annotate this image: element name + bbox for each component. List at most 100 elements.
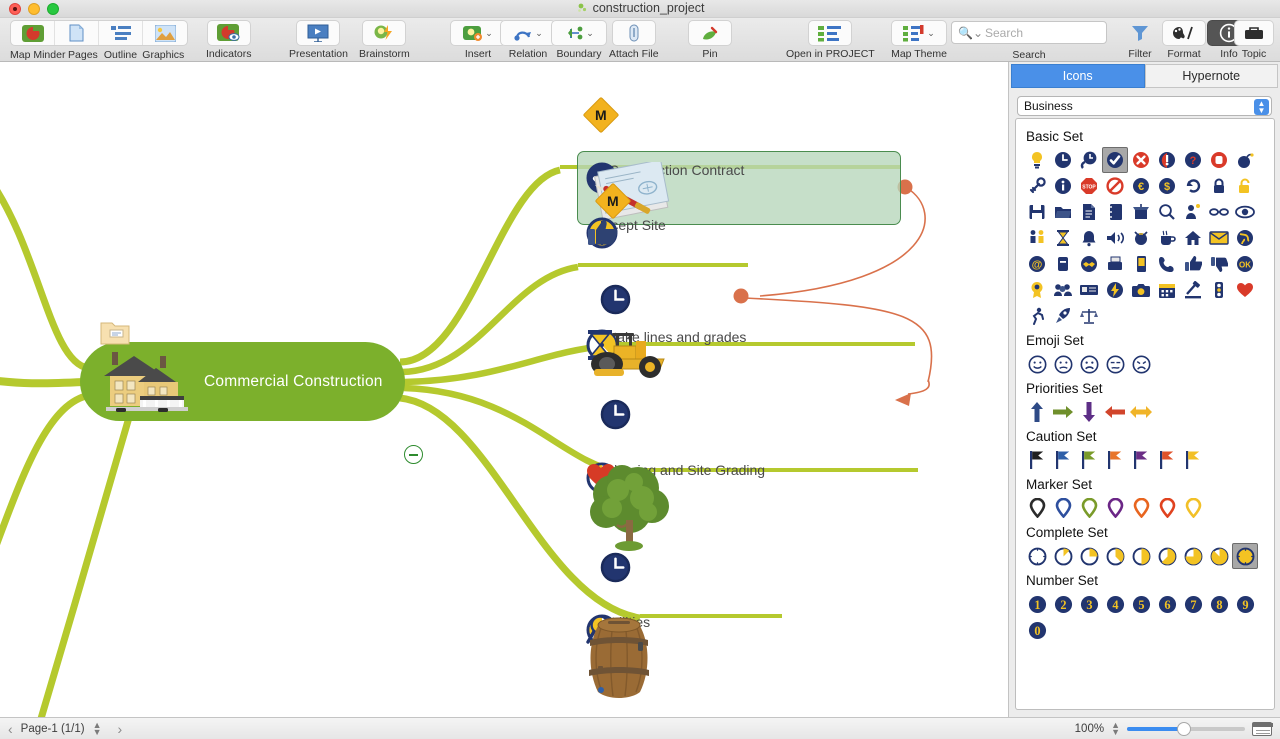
person-idea-icon[interactable] bbox=[1180, 199, 1206, 225]
chevron-down-icon[interactable]: ⌄ bbox=[485, 28, 493, 39]
question-icon[interactable]: ? bbox=[1180, 147, 1206, 173]
icon-group-caution[interactable] bbox=[1024, 447, 1266, 473]
presentation-icon[interactable] bbox=[296, 20, 341, 46]
lock-closed-icon[interactable] bbox=[1206, 173, 1232, 199]
dollar-icon[interactable]: $ bbox=[1154, 173, 1180, 199]
flag-orange-icon[interactable] bbox=[1102, 447, 1128, 473]
clock-12-icon[interactable] bbox=[1050, 543, 1076, 569]
number-7-icon[interactable]: 7 bbox=[1180, 591, 1206, 617]
format-icon[interactable] bbox=[1162, 20, 1206, 46]
calendar-icon[interactable] bbox=[1154, 277, 1180, 303]
icon-library[interactable]: Basic Set ? STOP € $ @ OK Emoji Set Prio… bbox=[1015, 118, 1275, 710]
number-4-icon[interactable]: 4 bbox=[1102, 591, 1128, 617]
flag-black-icon[interactable] bbox=[1024, 447, 1050, 473]
arrow-down-icon[interactable] bbox=[1076, 399, 1102, 425]
page-stepper[interactable]: ▲ ▼ bbox=[85, 720, 110, 736]
flag-purple-icon[interactable] bbox=[1128, 447, 1154, 473]
group-icon[interactable] bbox=[1050, 277, 1076, 303]
number-1-icon[interactable]: 1 bbox=[1024, 591, 1050, 617]
topic-clearing-and-site-grading[interactable]: Clearing and Site Grading bbox=[586, 462, 765, 551]
marker-orange-icon[interactable] bbox=[1128, 495, 1154, 521]
clock-50-icon[interactable] bbox=[1128, 543, 1154, 569]
pages-icon[interactable] bbox=[55, 21, 99, 45]
scales-icon[interactable] bbox=[1076, 303, 1102, 329]
package-icon[interactable] bbox=[1128, 199, 1154, 225]
gavel-icon[interactable] bbox=[1180, 277, 1206, 303]
people-icon[interactable] bbox=[1024, 225, 1050, 251]
hourglass-icon[interactable] bbox=[1050, 225, 1076, 251]
euro-icon[interactable]: € bbox=[1128, 173, 1154, 199]
topic-icon[interactable] bbox=[1234, 20, 1274, 46]
mailbox-icon[interactable] bbox=[1050, 251, 1076, 277]
toolbar-item-topic[interactable]: Topic bbox=[1234, 20, 1274, 60]
chevron-down-icon[interactable]: ⌄ bbox=[927, 28, 935, 39]
heart-icon[interactable] bbox=[1232, 277, 1258, 303]
toolbar-item-boundary[interactable]: ⌄ Boundary bbox=[551, 20, 607, 60]
topic-construction-contract[interactable]: Construction Contract bbox=[586, 162, 744, 220]
eye-icon[interactable] bbox=[1232, 199, 1258, 225]
smile-icon[interactable] bbox=[1024, 351, 1050, 377]
central-topic[interactable]: Commercial Construction bbox=[80, 342, 405, 421]
alarm-icon[interactable] bbox=[1128, 225, 1154, 251]
clock-search-icon[interactable] bbox=[1076, 147, 1102, 173]
topic-stake-lines-and-grades[interactable]: Stake lines and grades bbox=[586, 329, 746, 378]
marker-blue-icon[interactable] bbox=[1050, 495, 1076, 521]
graphics-icon[interactable] bbox=[143, 21, 187, 45]
boundary-icon[interactable]: ⌄ bbox=[551, 20, 607, 46]
pin-icon[interactable] bbox=[688, 20, 732, 46]
number-8-icon[interactable]: 8 bbox=[1206, 591, 1232, 617]
arrow-up-icon[interactable] bbox=[1024, 399, 1050, 425]
arrow-left-icon[interactable] bbox=[1102, 399, 1128, 425]
clock-100-icon[interactable] bbox=[1232, 543, 1258, 569]
icon-category-select[interactable]: Business ▲ ▼ bbox=[1017, 96, 1272, 116]
frown-icon[interactable] bbox=[1076, 351, 1102, 377]
mobile-icon[interactable] bbox=[1128, 251, 1154, 277]
prev-page-button[interactable]: ‹ bbox=[0, 721, 21, 737]
document-icon[interactable] bbox=[1076, 199, 1102, 225]
award-icon[interactable] bbox=[1024, 277, 1050, 303]
map-minder-icon[interactable] bbox=[11, 21, 55, 45]
zoom-stepper[interactable]: ▲ ▼ bbox=[1111, 720, 1120, 736]
coffee-icon[interactable] bbox=[1154, 225, 1180, 251]
number-3-icon[interactable]: 3 bbox=[1076, 591, 1102, 617]
bomb-icon[interactable] bbox=[1232, 147, 1258, 173]
toolbar-item-brainstorm[interactable]: Brainstorm bbox=[359, 20, 410, 60]
rocket-icon[interactable] bbox=[1050, 303, 1076, 329]
clock-75-icon[interactable] bbox=[1180, 543, 1206, 569]
thumbs-up-icon[interactable] bbox=[1180, 251, 1206, 277]
at-sign-icon[interactable]: @ bbox=[1024, 251, 1050, 277]
mindmap-canvas[interactable]: Commercial Construction M Construction C… bbox=[0, 62, 1008, 717]
clock-37-icon[interactable] bbox=[1102, 543, 1128, 569]
toolbar-item-insert[interactable]: ⌄ Insert bbox=[450, 20, 506, 60]
stop-sign-icon[interactable]: STOP bbox=[1076, 173, 1102, 199]
marker-black-icon[interactable] bbox=[1024, 495, 1050, 521]
home-icon[interactable] bbox=[1180, 225, 1206, 251]
camera-icon[interactable] bbox=[1128, 277, 1154, 303]
notebook-icon[interactable] bbox=[1102, 199, 1128, 225]
outline-icon[interactable] bbox=[99, 21, 143, 45]
lightning-icon[interactable] bbox=[1102, 277, 1128, 303]
glasses-icon[interactable] bbox=[1206, 199, 1232, 225]
icon-group-complete[interactable] bbox=[1024, 543, 1266, 569]
brainstorm-icon[interactable] bbox=[362, 20, 407, 46]
arrow-right-icon[interactable] bbox=[1050, 399, 1076, 425]
lock-open-icon[interactable] bbox=[1232, 173, 1258, 199]
magnifier-icon[interactable] bbox=[1154, 199, 1180, 225]
number-5-icon[interactable]: 5 bbox=[1128, 591, 1154, 617]
marker-purple-icon[interactable] bbox=[1102, 495, 1128, 521]
toolbar-item-indicators[interactable]: Indicators bbox=[206, 20, 252, 60]
marker-red-icon[interactable] bbox=[1154, 495, 1180, 521]
map-theme-icon[interactable]: ⌄ bbox=[891, 20, 947, 46]
toolbar-item-filter[interactable]: Filter bbox=[1118, 20, 1162, 60]
fax-icon[interactable] bbox=[1102, 251, 1128, 277]
tab-hypernote[interactable]: Hypernote bbox=[1144, 64, 1278, 88]
icon-group-number[interactable]: 1 2 3 4 5 6 7 8 9 0 bbox=[1024, 591, 1266, 643]
sad-icon[interactable] bbox=[1128, 351, 1154, 377]
folder-open-icon[interactable] bbox=[1050, 199, 1076, 225]
bell-icon[interactable] bbox=[1076, 225, 1102, 251]
clock-icon[interactable] bbox=[1050, 147, 1076, 173]
arrow-both-icon[interactable] bbox=[1128, 399, 1154, 425]
icon-group-emoji[interactable] bbox=[1024, 351, 1266, 377]
collapse-minus-icon[interactable] bbox=[404, 445, 423, 464]
error-circle-icon[interactable] bbox=[1128, 147, 1154, 173]
